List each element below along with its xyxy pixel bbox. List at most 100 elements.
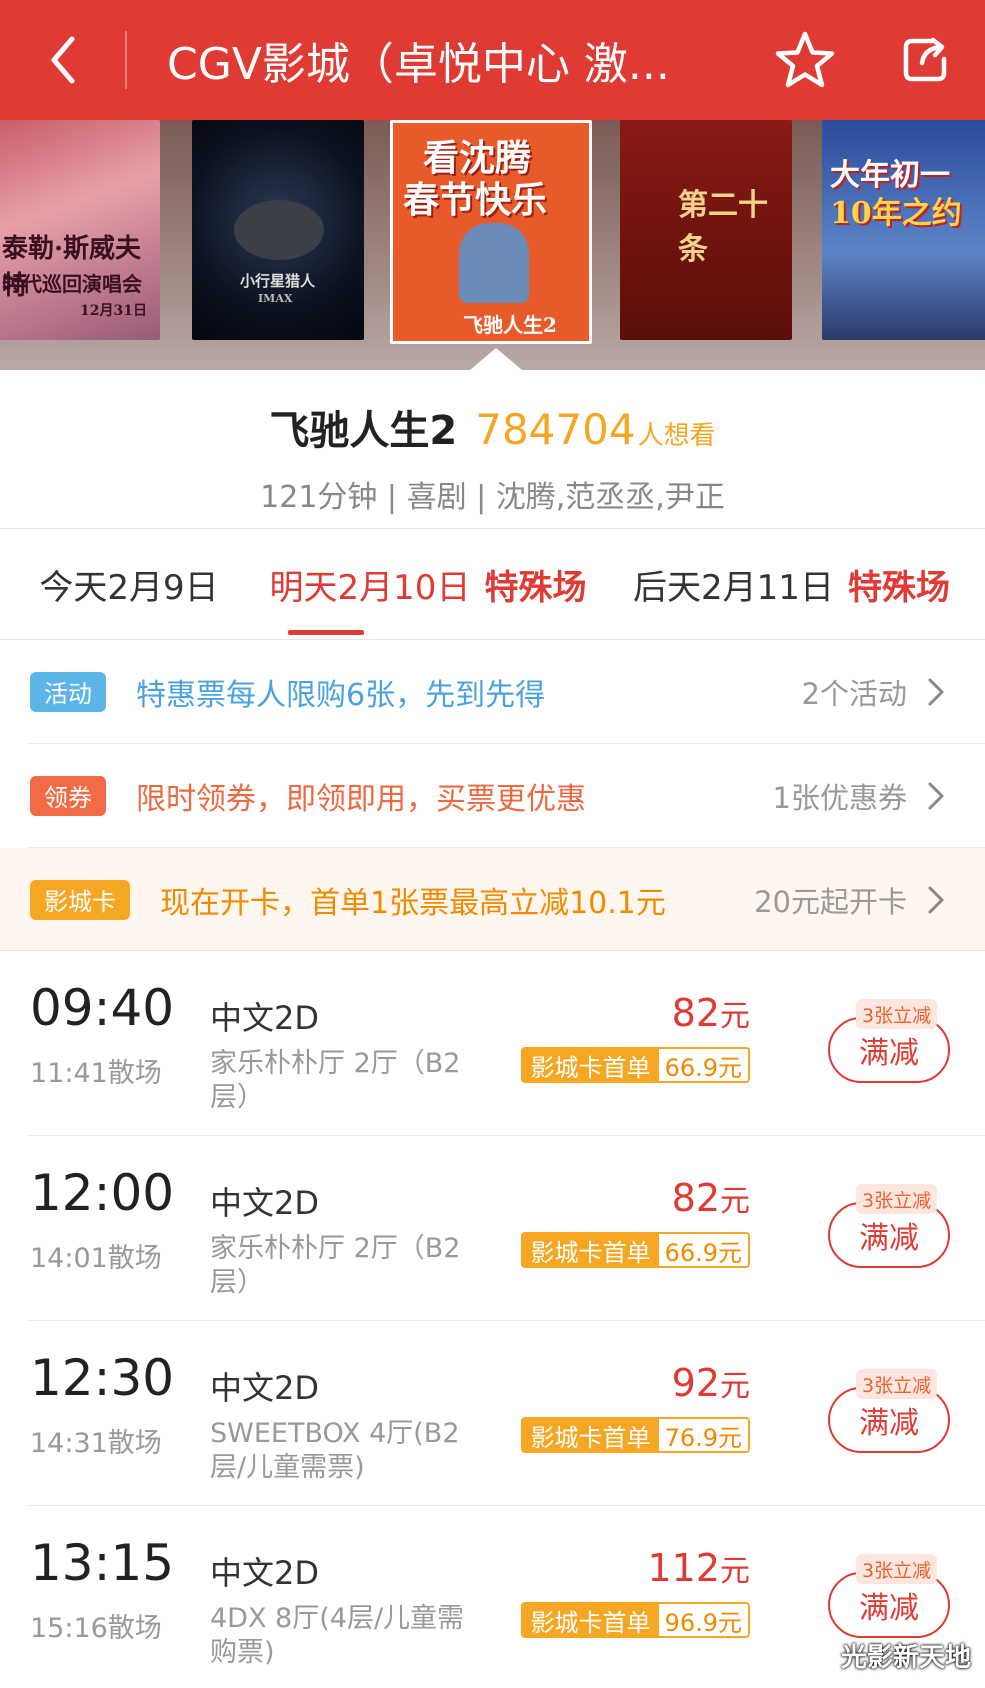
active-tab-indicator	[288, 630, 364, 635]
promo-activity-row[interactable]: 活动 特惠票每人限购6张，先到先得 2个活动	[0, 640, 985, 743]
poster-pegasus-2-selected[interactable]: 看沈腾 春节快乐 飞驰人生2	[390, 120, 592, 344]
card-label: 影城卡首单	[522, 1604, 659, 1636]
showtime-row[interactable]: 13:15 15:16散场 中文2D 4DX 8厅(4层/儿童需购票) 112元影城卡首…	[0, 1506, 985, 1688]
promo-text: 特惠票每人限购6张，先到先得	[136, 677, 546, 713]
star-icon	[775, 31, 835, 88]
tab-label: 明天2月10日	[269, 567, 471, 608]
card-price-tag: 影城卡首单 66.9元	[520, 1232, 750, 1268]
showtime-row[interactable]: 09:40 11:41散场 中文2D 家乐朴朴厅 2厅（B2层） 82元 影城卡首单 66.…	[0, 951, 985, 1136]
special-screening-tag: 特殊场	[484, 567, 587, 608]
promo-right-text: 2个活动	[801, 676, 907, 711]
discount-badge: 3张立减	[856, 1184, 938, 1214]
start-time: 12:30	[30, 1349, 175, 1407]
start-time: 12:00	[30, 1164, 175, 1222]
chevron-right-icon	[927, 883, 947, 917]
price-value: 82	[671, 1176, 720, 1220]
card-price: 66.9元	[658, 1234, 748, 1266]
card-price: 66.9元	[658, 1049, 748, 1081]
want-count: 784704	[475, 405, 636, 454]
tab-label: 后天2月11日	[633, 567, 834, 608]
ticket-price: 82元	[672, 991, 750, 1035]
date-tabs: 今天2月9日 明天2月10日 特殊场 后天2月11日 特殊场	[0, 529, 985, 639]
tab-label: 今天2月9日	[39, 567, 219, 608]
movie-meta: 121分钟 | 喜剧 | 沈腾,范丞丞,尹正	[260, 480, 725, 515]
ticket-price: 82元	[672, 1176, 750, 1220]
promo-card-row[interactable]: 影城卡 现在开卡，首单1张票最高立减10.1元 20元起开卡	[0, 848, 985, 951]
card-label: 影城卡首单	[522, 1419, 659, 1451]
ticket-price: 112元	[647, 1546, 750, 1590]
language-format: 中文2D	[210, 1554, 320, 1592]
poster-article-20[interactable]: 第二十条	[620, 120, 792, 340]
movie-title: 飞驰人生2	[269, 408, 458, 454]
poster-figure	[459, 223, 529, 303]
discount-badge: 3张立减	[856, 1554, 938, 1584]
hall-name: SWEETBOX 4厅(B2层/儿童需票)	[210, 1418, 460, 1483]
hall-name: 4DX 8厅(4层/儿童需购票)	[210, 1603, 465, 1668]
promo-text: 现在开卡，首单1张票最高立减10.1元	[160, 885, 666, 921]
poster-carousel[interactable]: 泰勒·斯威夫特 时代巡回演唱会 12月31日 小行星猎人 IMAX 看沈腾 春节…	[0, 120, 985, 370]
start-time: 09:40	[30, 979, 175, 1037]
watermark: 光影新天地	[840, 1643, 971, 1673]
card-price-tag: 影城卡首单 96.9元	[520, 1602, 750, 1638]
favorite-button[interactable]	[745, 0, 865, 120]
back-button[interactable]	[0, 0, 125, 120]
card-price-tag: 影城卡首单 66.9元	[520, 1047, 750, 1083]
poster-text: IMAX	[258, 292, 293, 305]
card-label: 影城卡首单	[522, 1234, 659, 1266]
start-time: 13:15	[30, 1534, 175, 1592]
promo-text: 限时领券，即领即用，买票更优惠	[136, 781, 586, 817]
price-unit: 元	[720, 1554, 750, 1589]
language-format: 中文2D	[210, 1184, 320, 1222]
tab-day-after[interactable]: 后天2月11日 特殊场	[598, 529, 985, 639]
card-price: 76.9元	[658, 1419, 748, 1451]
share-icon	[903, 37, 947, 82]
tab-tomorrow[interactable]: 明天2月10日 特殊场	[258, 529, 598, 639]
card-price-tag: 影城卡首单 76.9元	[520, 1417, 750, 1453]
end-time: 14:31散场	[30, 1428, 162, 1459]
activity-badge: 活动	[30, 671, 106, 712]
poster-asteroid-hunter[interactable]: 小行星猎人 IMAX	[192, 120, 364, 340]
poster-text: 第二十条	[678, 188, 768, 267]
poster-text: 飞驰人生2	[463, 313, 557, 337]
end-time: 14:01散场	[30, 1243, 162, 1274]
poster-boonie-bears[interactable]: 大年初一 10年之约	[822, 120, 985, 340]
movie-info: 飞驰人生2 784704 人想看 121分钟 | 喜剧 | 沈腾,范丞丞,尹正	[0, 370, 985, 528]
discount-badge: 3张立减	[856, 999, 938, 1029]
poster-taylor-swift[interactable]: 泰勒·斯威夫特 时代巡回演唱会 12月31日	[0, 120, 160, 340]
price-value: 112	[647, 1546, 720, 1590]
chevron-left-icon	[51, 36, 74, 84]
coupon-badge: 领券	[30, 775, 106, 816]
price-unit: 元	[720, 999, 750, 1034]
top-bar: CGV影城（卓悦中心 激...	[0, 0, 985, 120]
ticket-price: 92元	[672, 1361, 750, 1405]
card-price: 96.9元	[658, 1604, 748, 1636]
chevron-right-icon	[927, 675, 947, 709]
page-title: CGV影城（卓悦中心 激...	[167, 39, 670, 90]
promo-right-text: 20元起开卡	[754, 884, 907, 919]
poster-text: 时代巡回演唱会	[2, 272, 142, 296]
language-format: 中文2D	[210, 999, 320, 1037]
cinema-card-badge: 影城卡	[30, 879, 130, 920]
promo-right-text: 1张优惠券	[772, 780, 907, 815]
hall-name: 家乐朴朴厅 2厅（B2层）	[210, 1233, 461, 1298]
poster-text: 春节快乐	[403, 179, 548, 221]
card-label: 影城卡首单	[522, 1049, 659, 1081]
poster-text: 12月31日	[80, 303, 147, 319]
end-time: 11:41散场	[30, 1058, 162, 1089]
showtime-row[interactable]: 12:30 14:31散场 中文2D SWEETBOX 4厅(B2层/儿童需票) 92元…	[0, 1321, 985, 1506]
language-format: 中文2D	[210, 1369, 320, 1407]
asteroid-graphic	[234, 200, 324, 260]
tab-today[interactable]: 今天2月9日	[0, 529, 258, 639]
want-suffix: 人想看	[637, 421, 716, 451]
hall-name: 家乐朴朴厅 2厅（B2层）	[210, 1048, 461, 1113]
selected-poster-indicator	[470, 348, 522, 370]
poster-text: 10年之约	[830, 196, 962, 231]
chevron-right-icon	[927, 779, 947, 813]
promo-coupon-row[interactable]: 领券 限时领券，即领即用，买票更优惠 1张优惠券	[0, 744, 985, 847]
price-unit: 元	[720, 1184, 750, 1219]
price-value: 92	[671, 1361, 720, 1405]
price-value: 82	[671, 991, 720, 1035]
end-time: 15:16散场	[30, 1613, 162, 1644]
showtime-row[interactable]: 12:00 14:01散场 中文2D 家乐朴朴厅 2厅（B2层） 82元 影城卡首单 66.…	[0, 1136, 985, 1321]
share-button[interactable]	[865, 0, 985, 120]
